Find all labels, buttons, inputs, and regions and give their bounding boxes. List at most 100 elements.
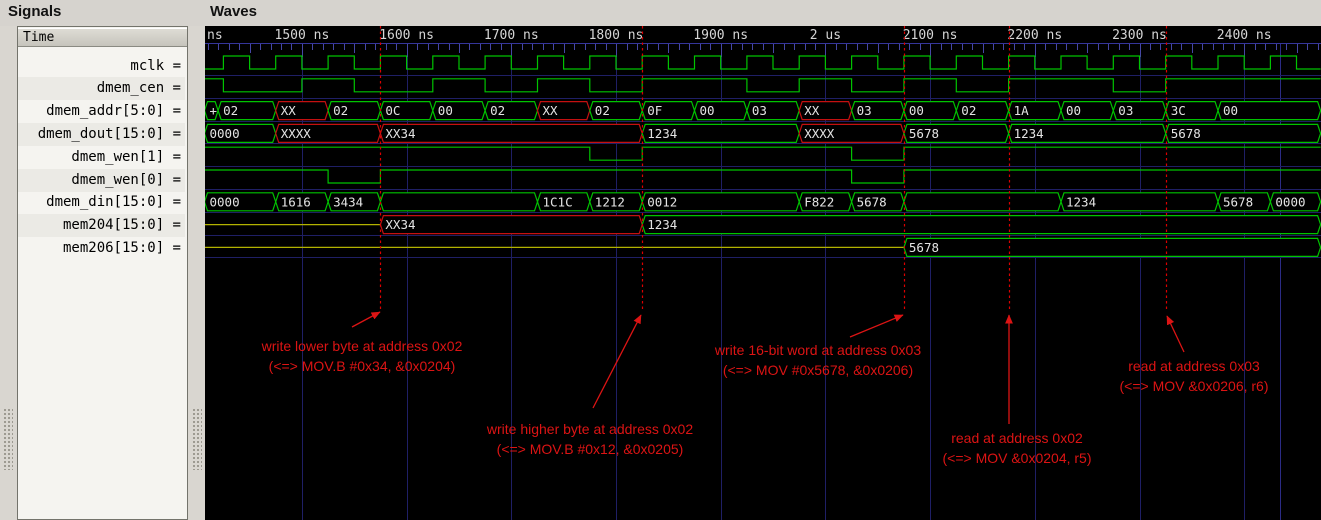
signals-panel-title: Signals — [8, 3, 62, 20]
bus-value-label: 03 — [752, 103, 767, 118]
wave-row: 0000 XXXX XX34 1234 XXXX 5678 1234 5678 — [205, 123, 1321, 144]
timeline-tick-label: 1800 ns — [589, 28, 644, 43]
annotation-line1: write 16-bit word at address 0x03 — [714, 342, 922, 358]
bus-segment — [379, 215, 643, 235]
bus-value-label: + — [210, 103, 218, 118]
left-scrollbar-strip[interactable] — [0, 26, 18, 520]
signal-row-label[interactable]: mclk = — [18, 55, 185, 78]
bus-value-label: 03 — [1118, 103, 1133, 118]
timeline-tick-label: 2100 ns — [903, 28, 958, 43]
annotation-line2: (<=> MOV &0x0204, r5) — [942, 450, 1092, 466]
signals-list: Time mclk = dmem_cen = dmem_addr[5:0] = dme… — [17, 26, 188, 520]
bus-value-label: 0000 — [1275, 194, 1305, 209]
timeline-tick-label: 1700 ns — [484, 28, 539, 43]
signal-row-label[interactable]: dmem_din[15:0] = — [18, 191, 185, 214]
bus-value-label: 5678 — [1223, 194, 1253, 209]
wave-row — [205, 78, 1321, 99]
annotation-line1: read at address 0x02 — [951, 430, 1083, 446]
divider-scroll-grip[interactable] — [192, 408, 202, 470]
timeline-unit-label: ns — [207, 28, 223, 43]
bus-value-label: 0F — [647, 103, 662, 118]
bus-value-label: 0000 — [210, 126, 240, 141]
bus-value-label: 00 — [700, 103, 715, 118]
bus-value-label: XXXX — [281, 126, 312, 141]
bus-value-label: 00 — [438, 103, 453, 118]
annotation-line2: (<=> MOV &0x0206, r6) — [1119, 378, 1269, 394]
bus-value-label: 1A — [1014, 103, 1030, 118]
waves-canvas[interactable]: ns 1500 ns 1600 ns 1700 ns 1800 ns 1900 ns 2 u… — [205, 26, 1321, 520]
annotation-line1: read at address 0x03 — [1128, 358, 1260, 374]
bus-value-label: 5678 — [909, 126, 939, 141]
signal-row-label[interactable]: dmem_wen[1] = — [18, 146, 185, 169]
bus-value-label: 0C — [385, 103, 400, 118]
annotation: read at address 0x03 (<=> MOV &0x0206, r6… — [1024, 356, 1321, 396]
bus-value-label: 5678 — [857, 194, 887, 209]
annotation-arrow — [351, 311, 381, 328]
bus-value-label: 1616 — [281, 194, 311, 209]
annotation-line1: write higher byte at address 0x02 — [486, 421, 694, 437]
timeline-tick-label: 1500 ns — [275, 28, 330, 43]
bus-value-label: 3C — [1171, 103, 1186, 118]
annotation: write 16-bit word at address 0x03 (<=> MO… — [648, 340, 988, 380]
signal-row-label[interactable]: dmem_dout[15:0] = — [18, 122, 185, 146]
bus-value-label: 1234 — [1066, 194, 1096, 209]
bus-segment — [379, 192, 539, 212]
bus-value-label: XX34 — [385, 217, 415, 232]
timeline-tick-label: 1600 ns — [379, 28, 434, 43]
bus-value-label: 5678 — [1171, 126, 1201, 141]
waveform-viewer-window: { "window": { "signals_panel_title": "Si… — [0, 0, 1321, 520]
bus-value-label: 3434 — [333, 194, 363, 209]
bus-value-label: 00 — [1066, 103, 1081, 118]
signal-row-label[interactable]: mem206[15:0] = — [18, 237, 185, 260]
wave-row — [205, 55, 1321, 76]
bus-value-label: F822 — [804, 194, 834, 209]
bus-segment — [903, 237, 1321, 257]
annotation-arrow — [849, 314, 904, 338]
bus-value-label: 5678 — [909, 240, 939, 255]
bus-value-label: 03 — [857, 103, 872, 118]
panel-divider-strip[interactable] — [188, 26, 205, 520]
left-scroll-grip[interactable] — [3, 408, 13, 470]
wave-row — [205, 169, 1321, 190]
bus-value-label: 00 — [1223, 103, 1238, 118]
wave-row: +02 XX 02 0C 00 02 XX 02 0F 00 03 XX 03 00 02 1A 00 03 3C 0… — [205, 101, 1321, 122]
wave-row: 5678 — [205, 237, 1321, 258]
signal-row-label[interactable]: dmem_cen = — [18, 77, 185, 101]
waves-panel-title: Waves — [210, 3, 257, 20]
annotation: write higher byte at address 0x02 (<=> MO… — [420, 419, 760, 459]
bus-value-label: 1234 — [647, 126, 677, 141]
bus-segment — [903, 192, 1062, 212]
wave-row: XX34 1234 — [205, 215, 1321, 236]
time-column-header[interactable]: Time — [18, 28, 187, 47]
signal-row-label[interactable]: dmem_addr[5:0] = — [18, 100, 185, 123]
bus-value-label: 1212 — [595, 194, 625, 209]
annotation-line2: (<=> MOV.B #0x12, &0x0205) — [496, 441, 684, 457]
timeline-tick-label: 1900 ns — [693, 28, 748, 43]
bus-value-label: 02 — [961, 103, 976, 118]
timeline-tick-label: 2300 ns — [1112, 28, 1167, 43]
signal-row-label[interactable]: dmem_wen[0] = — [18, 168, 185, 192]
bus-value-label: XX — [281, 103, 297, 118]
bus-segment — [641, 215, 1321, 235]
annotation-line2: (<=> MOV.B #0x34, &0x0204) — [268, 358, 456, 374]
bus-value-label: 0012 — [647, 194, 677, 209]
bus-value-label: 02 — [595, 103, 610, 118]
bus-value-label: XX34 — [385, 126, 415, 141]
bus-value-label: XXXX — [804, 126, 835, 141]
annotation: read at address 0x02 (<=> MOV &0x0204, r5… — [847, 428, 1187, 468]
annotation-arrow — [1166, 315, 1185, 353]
timeline-tick-label: 2 us — [810, 28, 841, 43]
wave-row: 0000 1616 3434 1C1C 1212 0012 F822 5678 1234 5678… — [205, 192, 1321, 213]
bus-value-label: XX — [543, 103, 559, 118]
bus-value-label: 1234 — [647, 217, 677, 232]
bus-value-label: 1234 — [1014, 126, 1044, 141]
bus-value-label: XX — [804, 103, 820, 118]
signal-row-label[interactable]: mem204[15:0] = — [18, 214, 185, 238]
bus-value-label: 02 — [333, 103, 348, 118]
annotation: write lower byte at address 0x02 (<=> MOV… — [205, 336, 532, 376]
timeline-tick-label: 2400 ns — [1217, 28, 1272, 43]
bus-value-label: 0000 — [210, 194, 240, 209]
bus-value-label: 02 — [223, 103, 238, 118]
annotation-line2: (<=> MOV #0x5678, &0x0206) — [722, 362, 914, 378]
bus-value-label: 00 — [909, 103, 924, 118]
